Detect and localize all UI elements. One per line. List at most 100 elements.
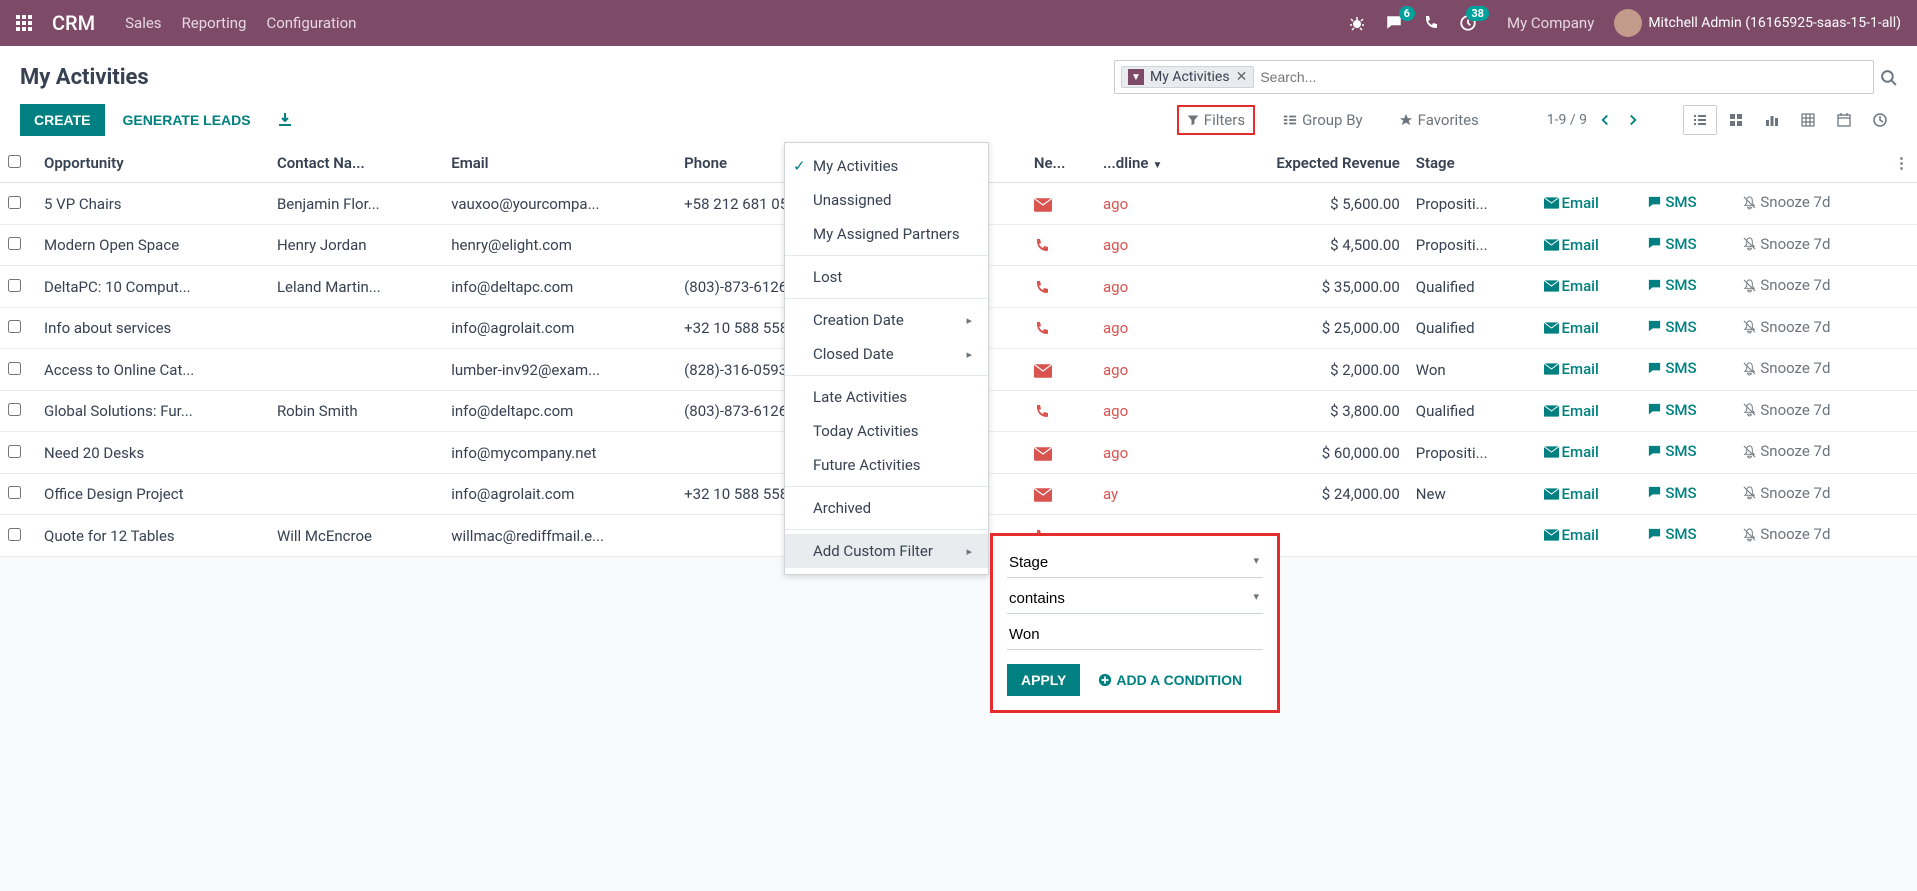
clock-icon[interactable]: 38	[1459, 14, 1477, 32]
row-checkbox[interactable]	[8, 320, 21, 333]
email-action[interactable]: Email	[1544, 360, 1599, 378]
view-calendar-icon[interactable]	[1827, 105, 1861, 135]
col-contact[interactable]: Contact Na...	[269, 144, 443, 183]
custom-filter-value-input[interactable]	[1007, 620, 1263, 650]
filter-creation-date[interactable]: Creation Date	[785, 303, 988, 337]
search-input[interactable]	[1254, 65, 1867, 89]
cell-stage: Qualified	[1408, 390, 1536, 432]
view-graph-icon[interactable]	[1755, 105, 1789, 135]
email-action[interactable]: Email	[1544, 443, 1599, 461]
custom-filter-operator-select[interactable]	[1007, 584, 1263, 614]
snooze-action[interactable]: Snooze 7d	[1742, 401, 1830, 419]
filters-label: Filters	[1204, 111, 1245, 129]
filters-button[interactable]: Filters	[1177, 105, 1255, 135]
sms-action[interactable]: SMS	[1647, 401, 1696, 419]
search-icon[interactable]	[1880, 69, 1897, 86]
col-deadline[interactable]: ...dline▼	[1095, 144, 1205, 183]
view-activity-icon[interactable]	[1863, 105, 1897, 135]
email-action[interactable]: Email	[1544, 319, 1599, 337]
row-checkbox[interactable]	[8, 279, 21, 292]
favorites-label: Favorites	[1418, 111, 1479, 129]
search-box[interactable]: ▼ My Activities ✕	[1114, 60, 1874, 94]
sms-action[interactable]: SMS	[1647, 318, 1696, 336]
cell-stage: New	[1408, 473, 1536, 515]
filter-lost[interactable]: Lost	[785, 260, 988, 294]
nav-sales[interactable]: Sales	[125, 14, 161, 32]
sms-action[interactable]: SMS	[1647, 525, 1696, 543]
custom-filter-field-select[interactable]	[1007, 548, 1263, 578]
row-checkbox[interactable]	[8, 528, 21, 541]
row-checkbox[interactable]	[8, 237, 21, 250]
snooze-action[interactable]: Snooze 7d	[1742, 359, 1830, 377]
filter-closed-date[interactable]: Closed Date	[785, 337, 988, 371]
email-action[interactable]: Email	[1544, 526, 1599, 544]
snooze-action[interactable]: Snooze 7d	[1742, 276, 1830, 294]
bug-icon[interactable]	[1349, 15, 1365, 31]
nav-configuration[interactable]: Configuration	[266, 14, 356, 32]
cell-email: info@deltapc.com	[443, 390, 676, 432]
email-action[interactable]: Email	[1544, 194, 1599, 212]
email-action[interactable]: Email	[1544, 402, 1599, 420]
filter-future[interactable]: Future Activities	[785, 448, 988, 482]
pager-next-icon[interactable]	[1623, 108, 1643, 132]
sms-action[interactable]: SMS	[1647, 235, 1696, 253]
create-button[interactable]: CREATE	[20, 104, 105, 136]
nav-reporting[interactable]: Reporting	[182, 14, 247, 32]
snooze-action[interactable]: Snooze 7d	[1742, 318, 1830, 336]
filter-unassigned[interactable]: Unassigned	[785, 183, 988, 217]
chip-remove-icon[interactable]: ✕	[1236, 69, 1248, 85]
select-all-checkbox[interactable]	[8, 155, 21, 168]
cell-stage: Propositi...	[1408, 183, 1536, 225]
sms-action[interactable]: SMS	[1647, 193, 1696, 211]
search-chip-label: My Activities	[1150, 69, 1230, 85]
apply-button[interactable]: APPLY	[1007, 664, 1080, 696]
sms-action[interactable]: SMS	[1647, 442, 1696, 460]
row-checkbox[interactable]	[8, 486, 21, 499]
snooze-action[interactable]: Snooze 7d	[1742, 442, 1830, 460]
view-kanban-icon[interactable]	[1719, 105, 1753, 135]
snooze-action[interactable]: Snooze 7d	[1742, 193, 1830, 211]
download-icon[interactable]	[269, 104, 301, 136]
sms-action[interactable]: SMS	[1647, 276, 1696, 294]
filter-late[interactable]: Late Activities	[785, 380, 988, 414]
add-condition-button[interactable]: ADD A CONDITION	[1098, 672, 1242, 688]
snooze-action[interactable]: Snooze 7d	[1742, 525, 1830, 543]
filter-today[interactable]: Today Activities	[785, 414, 988, 448]
view-pivot-icon[interactable]	[1791, 105, 1825, 135]
col-email[interactable]: Email	[443, 144, 676, 183]
row-checkbox[interactable]	[8, 196, 21, 209]
email-action[interactable]: Email	[1544, 277, 1599, 295]
filter-archived[interactable]: Archived	[785, 491, 988, 525]
snooze-action[interactable]: Snooze 7d	[1742, 484, 1830, 502]
sms-action[interactable]: SMS	[1647, 359, 1696, 377]
col-opportunity[interactable]: Opportunity	[36, 144, 269, 183]
row-checkbox[interactable]	[8, 403, 21, 416]
email-action[interactable]: Email	[1544, 236, 1599, 254]
col-next[interactable]: Ne...	[1026, 144, 1095, 183]
chat-icon[interactable]: 6	[1385, 14, 1403, 32]
email-action[interactable]: Email	[1544, 485, 1599, 503]
snooze-action[interactable]: Snooze 7d	[1742, 235, 1830, 253]
row-checkbox[interactable]	[8, 362, 21, 375]
cell-stage: Qualified	[1408, 266, 1536, 308]
company-selector[interactable]: My Company	[1507, 14, 1594, 32]
filter-my-assigned[interactable]: My Assigned Partners	[785, 217, 988, 251]
cell-revenue: $ 60,000.00	[1205, 432, 1408, 474]
brand[interactable]: CRM	[52, 11, 95, 35]
col-revenue[interactable]: Expected Revenue	[1205, 144, 1408, 183]
view-list-icon[interactable]	[1683, 105, 1717, 135]
row-checkbox[interactable]	[8, 445, 21, 458]
column-menu-icon[interactable]: ⋮	[1894, 154, 1909, 172]
filter-add-custom[interactable]: Add Custom Filter	[785, 534, 988, 568]
apps-icon[interactable]	[16, 15, 32, 31]
phone-icon[interactable]	[1423, 15, 1439, 31]
favorites-button[interactable]: Favorites	[1391, 107, 1487, 133]
sms-action[interactable]: SMS	[1647, 484, 1696, 502]
generate-leads-button[interactable]: GENERATE LEADS	[117, 104, 257, 136]
col-stage[interactable]: Stage	[1408, 144, 1536, 183]
pager-prev-icon[interactable]	[1595, 108, 1615, 132]
filter-my-activities[interactable]: My Activities	[785, 149, 988, 183]
user-menu[interactable]: Mitchell Admin (16165925-saas-15-1-all)	[1614, 9, 1901, 37]
group-by-button[interactable]: Group By	[1275, 107, 1371, 133]
cell-contact	[269, 349, 443, 391]
